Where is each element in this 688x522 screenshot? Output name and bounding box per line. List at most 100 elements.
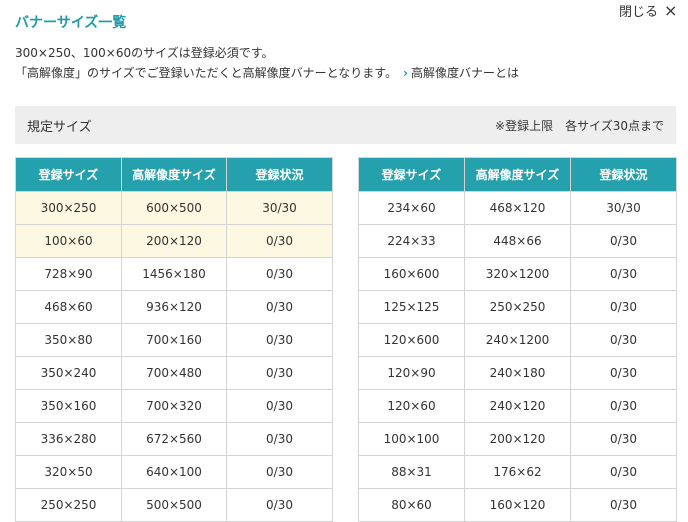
hires-size-cell: 200×120 [121, 224, 227, 258]
hires-size-cell: 320×1200 [464, 257, 571, 291]
size-cell: 120×60 [358, 389, 465, 423]
status-cell: 0/30 [570, 455, 677, 489]
table-row: 88×31 176×62 0/30 [358, 455, 677, 489]
status-cell: 0/30 [226, 356, 333, 390]
table-row: 125×125 250×250 0/30 [358, 290, 677, 324]
hires-size-cell: 640×100 [121, 455, 227, 489]
table-header-row: 登録サイズ 高解像度サイズ 登録状況 [358, 157, 677, 192]
header-hires: 高解像度サイズ [121, 157, 227, 192]
status-cell: 0/30 [570, 488, 677, 522]
size-cell: 350×240 [15, 356, 122, 390]
size-cell: 100×100 [358, 422, 465, 456]
size-cell: 125×125 [358, 290, 465, 324]
table-header-row: 登録サイズ 高解像度サイズ 登録状況 [15, 157, 333, 192]
table-row: 120×60 240×120 0/30 [358, 389, 677, 423]
table-row: 728×90 1456×180 0/30 [15, 257, 333, 291]
table-row: 224×33 448×66 0/30 [358, 224, 677, 258]
size-cell: 160×600 [358, 257, 465, 291]
status-cell: 0/30 [226, 323, 333, 357]
table-row: 120×600 240×1200 0/30 [358, 323, 677, 357]
hires-size-cell: 240×1200 [464, 323, 571, 357]
size-bar-label: 規定サイズ [27, 119, 92, 135]
status-cell: 0/30 [226, 257, 333, 291]
table-row: 350×240 700×480 0/30 [15, 356, 333, 390]
size-cell: 728×90 [15, 257, 122, 291]
hires-size-cell: 500×500 [121, 488, 227, 522]
status-cell: 0/30 [226, 290, 333, 324]
description-line-2-text: 「高解像度」のサイズでご登録いただくと高解像度バナーとなります。 [15, 66, 398, 80]
status-cell: 0/30 [570, 323, 677, 357]
hires-size-cell: 700×160 [121, 323, 227, 357]
hires-size-cell: 176×62 [464, 455, 571, 489]
status-cell: 0/30 [226, 422, 333, 456]
description-line-1: 300×250、100×60のサイズは登録必須です。 [15, 46, 274, 60]
hires-size-cell: 240×180 [464, 356, 571, 390]
status-cell: 0/30 [226, 389, 333, 423]
hires-size-cell: 200×120 [464, 422, 571, 456]
status-cell: 0/30 [570, 290, 677, 324]
table-row: 100×60 200×120 0/30 [15, 224, 333, 258]
status-cell: 0/30 [570, 389, 677, 423]
banner-size-table-left: 登録サイズ 高解像度サイズ 登録状況 300×250 600×500 30/30 10… [15, 157, 333, 522]
size-bar: 規定サイズ ※登録上限 各サイズ30点まで [15, 106, 676, 144]
close-button[interactable]: 閉じる × [619, 1, 677, 20]
status-cell: 0/30 [226, 224, 333, 258]
size-cell: 350×80 [15, 323, 122, 357]
status-cell: 0/30 [226, 488, 333, 522]
size-cell: 234×60 [358, 191, 465, 225]
dialog-title: バナーサイズ一覧 [15, 15, 127, 31]
table-row: 350×160 700×320 0/30 [15, 389, 333, 423]
hires-banner-link[interactable]: 高解像度バナーとは [411, 66, 519, 80]
hires-size-cell: 936×120 [121, 290, 227, 324]
banner-size-table-right: 登録サイズ 高解像度サイズ 登録状況 234×60 468×120 30/30 224… [358, 157, 677, 522]
table-row: 468×60 936×120 0/30 [15, 290, 333, 324]
size-cell: 350×160 [15, 389, 122, 423]
close-icon: × [664, 0, 678, 20]
table-row: 100×100 200×120 0/30 [358, 422, 677, 456]
hires-size-cell: 700×320 [121, 389, 227, 423]
hires-size-cell: 240×120 [464, 389, 571, 423]
status-cell: 0/30 [226, 455, 333, 489]
size-cell: 120×600 [358, 323, 465, 357]
size-cell: 468×60 [15, 290, 122, 324]
table-row: 300×250 600×500 30/30 [15, 191, 333, 225]
status-cell: 30/30 [570, 191, 677, 225]
header-size: 登録サイズ [358, 157, 465, 192]
header-status: 登録状況 [570, 157, 677, 192]
hires-size-cell: 160×120 [464, 488, 571, 522]
hires-size-cell: 448×66 [464, 224, 571, 258]
hires-size-cell: 672×560 [121, 422, 227, 456]
size-cell: 300×250 [15, 191, 122, 225]
status-cell: 0/30 [570, 356, 677, 390]
hires-size-cell: 1456×180 [121, 257, 227, 291]
size-cell: 120×90 [358, 356, 465, 390]
table-row: 160×600 320×1200 0/30 [358, 257, 677, 291]
status-cell: 0/30 [570, 224, 677, 258]
close-label: 閉じる [619, 5, 659, 20]
table-row: 350×80 700×160 0/30 [15, 323, 333, 357]
status-cell: 0/30 [570, 422, 677, 456]
size-cell: 80×60 [358, 488, 465, 522]
header-hires: 高解像度サイズ [464, 157, 571, 192]
header-status: 登録状況 [226, 157, 333, 192]
size-cell: 250×250 [15, 488, 122, 522]
size-cell: 224×33 [358, 224, 465, 258]
table-row: 250×250 500×500 0/30 [15, 488, 333, 522]
chevron-right-icon: › [403, 66, 409, 80]
size-cell: 100×60 [15, 224, 122, 258]
size-cell: 320×50 [15, 455, 122, 489]
size-cell: 88×31 [358, 455, 465, 489]
hires-size-cell: 600×500 [121, 191, 227, 225]
size-cell: 336×280 [15, 422, 122, 456]
size-bar-note: ※登録上限 各サイズ30点まで [495, 118, 664, 133]
table-row: 120×90 240×180 0/30 [358, 356, 677, 390]
table-row: 336×280 672×560 0/30 [15, 422, 333, 456]
table-row: 234×60 468×120 30/30 [358, 191, 677, 225]
hires-size-cell: 468×120 [464, 191, 571, 225]
status-cell: 30/30 [226, 191, 333, 225]
table-row: 80×60 160×120 0/30 [358, 488, 677, 522]
description-line-2: 「高解像度」のサイズでご登録いただくと高解像度バナーとなります。 › 高解像度バナー… [15, 64, 519, 81]
hires-size-cell: 700×480 [121, 356, 227, 390]
hires-size-cell: 250×250 [464, 290, 571, 324]
table-row: 320×50 640×100 0/30 [15, 455, 333, 489]
